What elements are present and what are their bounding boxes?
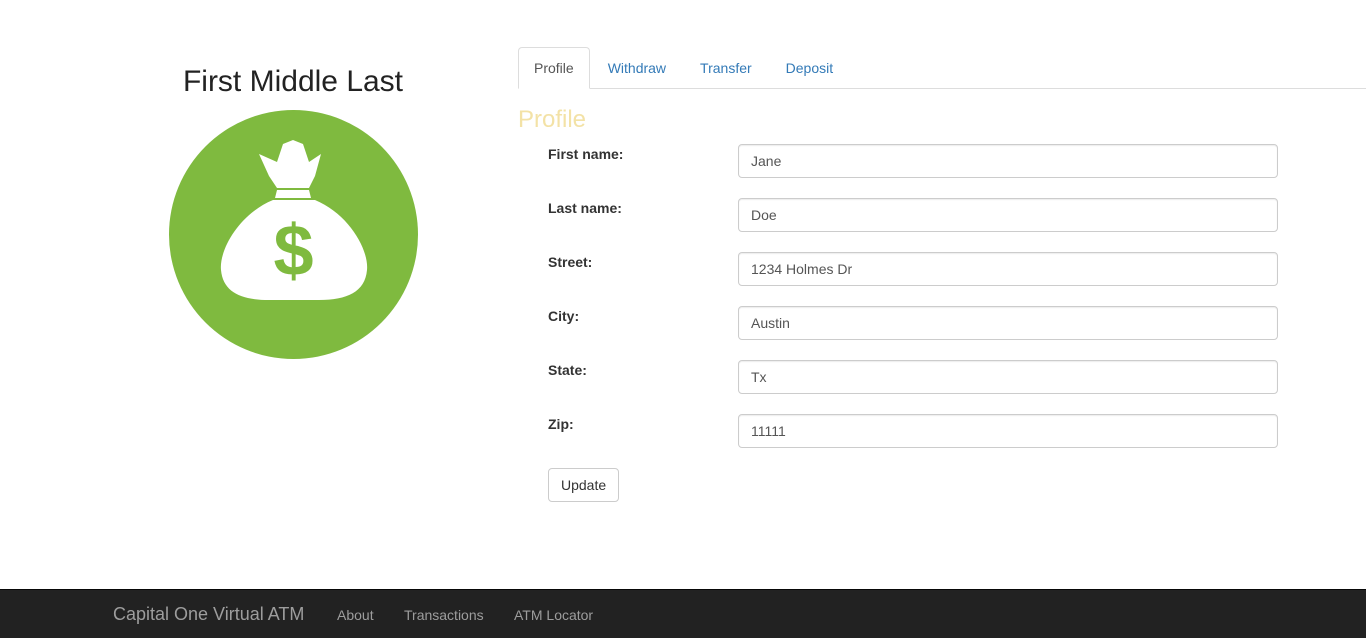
money-bag-icon: $: [169, 110, 418, 359]
dollar-symbol: $: [273, 211, 313, 291]
first-name-row: First name:: [548, 144, 1278, 178]
nav-link-atm-locator[interactable]: ATM Locator: [514, 607, 593, 623]
first-name-label: First name:: [548, 146, 624, 162]
tab-profile[interactable]: Profile: [518, 47, 590, 89]
navbar-brand[interactable]: Capital One Virtual ATM: [113, 604, 304, 625]
city-field[interactable]: [738, 306, 1278, 340]
first-name-field[interactable]: [738, 144, 1278, 178]
page: First Middle Last $ Profile Withdraw Tra…: [0, 0, 1366, 638]
state-row: State:: [548, 360, 1278, 394]
update-button[interactable]: Update: [548, 468, 620, 502]
tab-transfer[interactable]: Transfer: [684, 47, 768, 88]
last-name-label: Last name:: [548, 200, 622, 216]
tab-bar: Profile Withdraw Transfer Deposit: [518, 46, 1366, 89]
city-row: City:: [548, 306, 1278, 340]
last-name-field[interactable]: [738, 198, 1278, 232]
street-field[interactable]: [738, 252, 1278, 286]
avatar: $: [169, 110, 418, 359]
state-label: State:: [548, 362, 587, 378]
section-title: Profile: [518, 106, 587, 133]
street-row: Street:: [548, 252, 1278, 286]
user-name: First Middle Last: [182, 65, 404, 98]
tab-withdraw[interactable]: Withdraw: [592, 47, 682, 88]
zip-row: Zip:: [548, 414, 1278, 448]
nav-link-transactions[interactable]: Transactions: [404, 607, 484, 623]
tab-deposit[interactable]: Deposit: [770, 47, 849, 88]
zip-label: Zip:: [548, 416, 574, 432]
street-label: Street:: [548, 254, 593, 270]
last-name-row: Last name:: [548, 198, 1278, 232]
zip-field[interactable]: [738, 414, 1278, 448]
footer-navbar: Capital One Virtual ATM About Transactio…: [0, 589, 1366, 638]
state-field[interactable]: [738, 360, 1278, 394]
nav-link-about[interactable]: About: [337, 607, 374, 623]
city-label: City:: [548, 308, 580, 324]
